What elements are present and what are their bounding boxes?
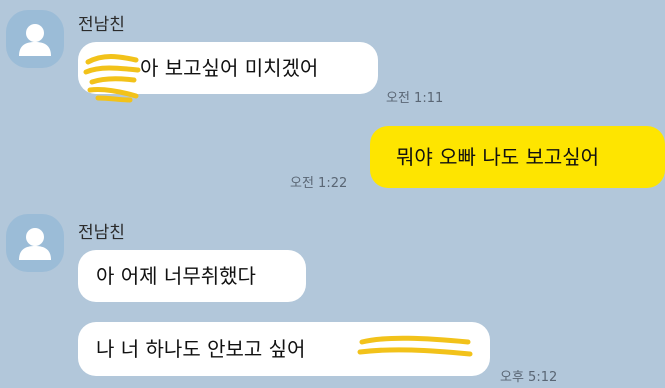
avatar[interactable] [6, 10, 64, 68]
outgoing-message-bubble[interactable]: 뭐야 오빠 나도 보고싶어 [370, 126, 665, 188]
message-timestamp: 오전 1:11 [386, 91, 444, 106]
message-text: 나 너 하나도 안보고 싶어 [96, 337, 306, 361]
message-text: 뭐야 오빠 나도 보고싶어 [396, 145, 600, 169]
incoming-message-bubble[interactable]: 아 보고싶어 미치겠어 [78, 42, 378, 94]
avatar[interactable] [6, 214, 64, 272]
message-text: 아 보고싶어 미치겠어 [140, 56, 319, 80]
message-text: 아 어제 너무취했다 [96, 264, 256, 288]
default-profile-icon [19, 24, 51, 56]
incoming-message-bubble[interactable]: 아 어제 너무취했다 [78, 250, 306, 302]
default-profile-icon [19, 228, 51, 260]
sender-name: 전남친 [78, 15, 125, 35]
incoming-message-bubble[interactable]: 나 너 하나도 안보고 싶어 [78, 322, 490, 376]
message-timestamp: 오전 1:22 [290, 176, 348, 191]
message-timestamp: 오후 5:12 [500, 370, 558, 385]
sender-name: 전남친 [78, 223, 125, 243]
